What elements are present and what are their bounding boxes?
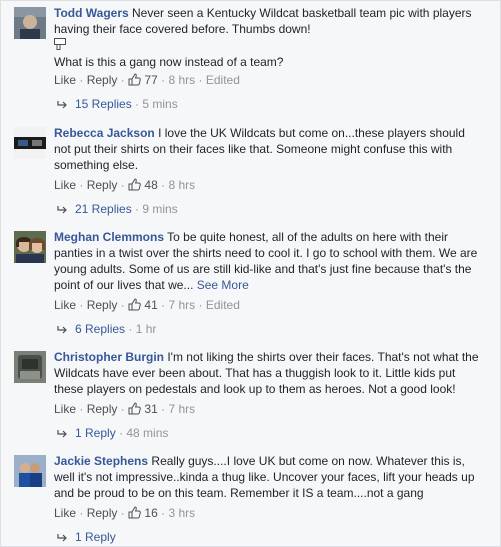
flag-icon-row — [54, 38, 484, 54]
like-link[interactable]: Like — [54, 178, 76, 192]
comment-body: Meghan Clemmons To be quite honest, all … — [54, 229, 484, 293]
comments-panel: Todd Wagers Never seen a Kentucky Wildca… — [0, 0, 501, 547]
avatar[interactable] — [14, 455, 46, 487]
replies-time: 1 hr — [135, 322, 157, 336]
replies-time: 9 mins — [142, 202, 178, 216]
replies-link[interactable]: 6 Replies · 1 hr — [57, 322, 156, 336]
like-count[interactable]: 41 — [144, 298, 157, 312]
timestamp[interactable]: 7 hrs — [168, 402, 195, 416]
like-count[interactable]: 77 — [144, 73, 157, 87]
comment-actions: Like · Reply · 48 · 8 hrs — [54, 178, 196, 192]
replies-link[interactable]: 15 Replies · 5 mins — [57, 97, 178, 111]
avatar-photo-icon — [14, 7, 46, 39]
see-more-link[interactable]: See More — [197, 278, 249, 292]
thumbs-up-icon — [128, 178, 141, 191]
like-link[interactable]: Like — [54, 402, 76, 416]
thumbs-down-flag-icon — [54, 38, 66, 50]
avatar[interactable] — [14, 127, 46, 159]
timestamp[interactable]: 3 hrs — [168, 506, 195, 520]
avatar-photo-icon — [14, 351, 46, 383]
avatar[interactable] — [14, 351, 46, 383]
reply-arrow-icon — [57, 101, 67, 109]
edited-label[interactable]: Edited — [206, 298, 240, 312]
avatar-photo-icon — [14, 127, 46, 159]
like-count[interactable]: 16 — [144, 506, 157, 520]
replies-link[interactable]: 1 Reply · 48 mins — [57, 426, 168, 440]
thumbs-up-icon — [128, 298, 141, 311]
reply-link[interactable]: Reply — [87, 402, 118, 416]
replies-count[interactable]: 1 Reply — [75, 426, 116, 440]
timestamp[interactable]: 7 hrs — [168, 298, 195, 312]
comment-author[interactable]: Meghan Clemmons — [54, 230, 164, 244]
avatar-photo-icon — [14, 455, 46, 487]
comment-actions: Like · Reply · 31 · 7 hrs — [54, 402, 196, 416]
like-link[interactable]: Like — [54, 298, 76, 312]
comment-actions: Like · Reply · 16 · 3 hrs — [54, 506, 196, 520]
comment-text-2: What is this a gang now instead of a tea… — [54, 55, 284, 69]
comment-body: Rebecca Jackson I love the UK Wildcats b… — [54, 125, 484, 173]
thumbs-up-icon — [128, 402, 141, 415]
reply-link[interactable]: Reply — [87, 506, 118, 520]
comment-actions: Like · Reply · 77 · 8 hrs · Edited — [54, 73, 240, 87]
comment-body: Christopher Burgin I'm not liking the sh… — [54, 349, 484, 397]
thumbs-up-icon — [128, 73, 141, 86]
comment-author[interactable]: Jackie Stephens — [54, 454, 148, 468]
timestamp[interactable]: 8 hrs — [168, 73, 195, 87]
like-count[interactable]: 31 — [144, 402, 157, 416]
comment-author[interactable]: Todd Wagers — [54, 6, 129, 20]
edited-label[interactable]: Edited — [206, 73, 240, 87]
reply-arrow-icon — [57, 534, 67, 542]
like-link[interactable]: Like — [54, 73, 76, 87]
comment-body: Jackie Stephens Really guys....I love UK… — [54, 453, 484, 501]
replies-count[interactable]: 15 Replies — [75, 97, 132, 111]
comment-author[interactable]: Rebecca Jackson — [54, 126, 155, 140]
avatar[interactable] — [14, 231, 46, 263]
replies-link[interactable]: 21 Replies · 9 mins — [57, 202, 178, 216]
like-count[interactable]: 48 — [144, 178, 157, 192]
reply-link[interactable]: Reply — [87, 298, 118, 312]
reply-link[interactable]: Reply — [87, 73, 118, 87]
reply-arrow-icon — [57, 326, 67, 334]
comment-actions: Like · Reply · 41 · 7 hrs · Edited — [54, 298, 240, 312]
reply-arrow-icon — [57, 206, 67, 214]
replies-count[interactable]: 1 Reply — [75, 530, 116, 544]
replies-count[interactable]: 6 Replies — [75, 322, 125, 336]
timestamp[interactable]: 8 hrs — [168, 178, 195, 192]
reply-link[interactable]: Reply — [87, 178, 118, 192]
comment-body: Todd Wagers Never seen a Kentucky Wildca… — [54, 5, 484, 70]
avatar-photo-icon — [14, 231, 46, 263]
like-link[interactable]: Like — [54, 506, 76, 520]
comment-author[interactable]: Christopher Burgin — [54, 350, 164, 364]
thumbs-up-icon — [128, 506, 141, 519]
replies-time: 5 mins — [142, 97, 178, 111]
reply-arrow-icon — [57, 430, 67, 438]
replies-time: 48 mins — [126, 426, 169, 440]
replies-count[interactable]: 21 Replies — [75, 202, 132, 216]
replies-link[interactable]: 1 Reply — [57, 530, 116, 544]
avatar[interactable] — [14, 7, 46, 39]
